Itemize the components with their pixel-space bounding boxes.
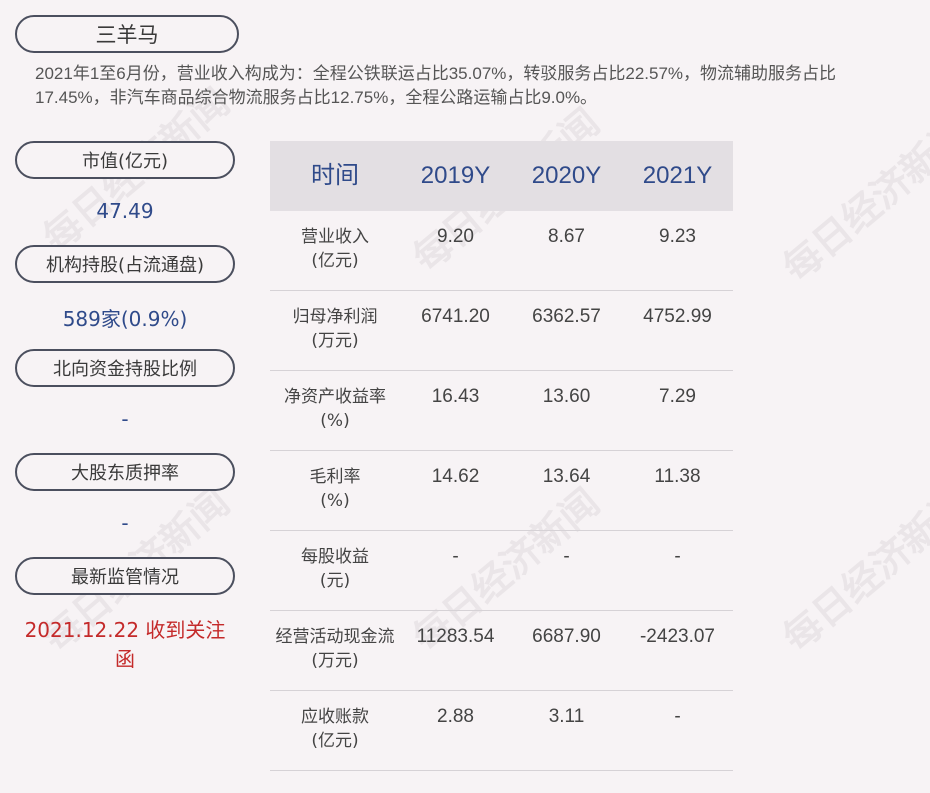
cell-2021: 9.23	[659, 226, 696, 247]
company-name-badge: 三羊马	[15, 15, 239, 53]
pledge-ratio-label: 大股东质押率	[15, 453, 235, 491]
row-label: 净资产收益率 (%)	[270, 385, 400, 433]
cell-2020: 6362.57	[532, 306, 601, 327]
cell-2019: 2.88	[437, 706, 474, 727]
revenue-composition-summary: 2021年1至6月份，营业收入构成为：全程公铁联运占比35.07%，转驳服务占比…	[35, 64, 837, 107]
cell-2020: 6687.90	[532, 626, 601, 647]
row-label-title: 净资产收益率	[284, 387, 386, 407]
row-label-title: 毛利率	[309, 467, 361, 487]
row-label-unit: (元)	[319, 571, 351, 591]
table-row: 每股收益 (元) - - -	[270, 531, 733, 611]
row-label: 经营活动现金流 (万元)	[270, 625, 400, 673]
row-label: 归母净利润 (万元)	[270, 305, 400, 353]
table-row: 营业收入 (亿元) 9.20 8.67 9.23	[270, 211, 733, 291]
row-label: 毛利率 (%)	[270, 465, 400, 513]
row-label: 营业收入 (亿元)	[270, 225, 400, 273]
header-time: 时间	[311, 162, 359, 189]
cell-2019: 16.43	[431, 386, 480, 407]
cell-2021: 4752.99	[643, 306, 712, 327]
row-label-unit: (%)	[320, 411, 350, 431]
cell-2020: 8.67	[548, 226, 585, 247]
row-label-unit: (亿元)	[311, 251, 359, 271]
cell-2021: -	[674, 546, 681, 567]
cell-2019: 14.62	[431, 466, 480, 487]
table-row: 经营活动现金流 (万元) 11283.54 6687.90 -2423.07	[270, 611, 733, 691]
cell-2020: 13.60	[542, 386, 591, 407]
regulatory-status-value: 2021.12.22 收到关注函	[24, 618, 226, 671]
pledge-ratio-value: -	[121, 511, 129, 535]
row-label-unit: (万元)	[311, 651, 359, 671]
regulatory-status-label: 最新监管情况	[15, 557, 235, 595]
header-2019: 2019Y	[420, 162, 491, 189]
watermark: 每日经济新闻	[774, 110, 930, 291]
cell-2020: 13.64	[542, 466, 591, 487]
table-row: 毛利率 (%) 14.62 13.64 11.38	[270, 451, 733, 531]
northbound-holdings-value: -	[121, 407, 129, 431]
row-label-unit: (万元)	[311, 331, 359, 351]
market-cap-value: 47.49	[96, 199, 154, 223]
row-label-title: 归母净利润	[292, 307, 378, 327]
cell-2019: 6741.20	[421, 306, 490, 327]
table-row: 应收账款 (亿元) 2.88 3.11 -	[270, 691, 733, 771]
header-2021: 2021Y	[642, 162, 713, 189]
table-header: 时间 2019Y 2020Y 2021Y	[270, 141, 733, 211]
table-row: 净资产收益率 (%) 16.43 13.60 7.29	[270, 371, 733, 451]
cell-2020: 3.11	[548, 706, 585, 727]
cell-2021: -	[674, 706, 681, 727]
cell-2019: 9.20	[437, 226, 474, 247]
cell-2019: 11283.54	[416, 626, 495, 647]
row-label-unit: (%)	[320, 491, 350, 511]
northbound-holdings-label: 北向资金持股比例	[15, 349, 235, 387]
market-cap-label: 市值(亿元)	[15, 141, 235, 179]
cell-2021: -2423.07	[639, 626, 715, 647]
institutional-holdings-label: 机构持股(占流通盘)	[15, 245, 235, 283]
header-2020: 2020Y	[531, 162, 602, 189]
row-label: 每股收益 (元)	[270, 545, 400, 593]
cell-2019: -	[452, 546, 459, 567]
row-label-title: 每股收益	[301, 547, 369, 567]
row-label-title: 应收账款	[301, 707, 369, 727]
row-label-unit: (亿元)	[311, 731, 359, 751]
row-label-title: 营业收入	[301, 227, 369, 247]
institutional-holdings-value: 589家(0.9%)	[62, 307, 188, 331]
financial-table: 时间 2019Y 2020Y 2021Y 营业收入 (亿元) 9.20 8.67 …	[270, 141, 733, 771]
cell-2020: -	[563, 546, 570, 567]
row-label: 应收账款 (亿元)	[270, 705, 400, 753]
row-label-title: 经营活动现金流	[275, 627, 395, 647]
table-row: 归母净利润 (万元) 6741.20 6362.57 4752.99	[270, 291, 733, 371]
cell-2021: 7.29	[659, 386, 696, 407]
cell-2021: 11.38	[654, 466, 701, 487]
watermark: 每日经济新闻	[774, 480, 930, 661]
